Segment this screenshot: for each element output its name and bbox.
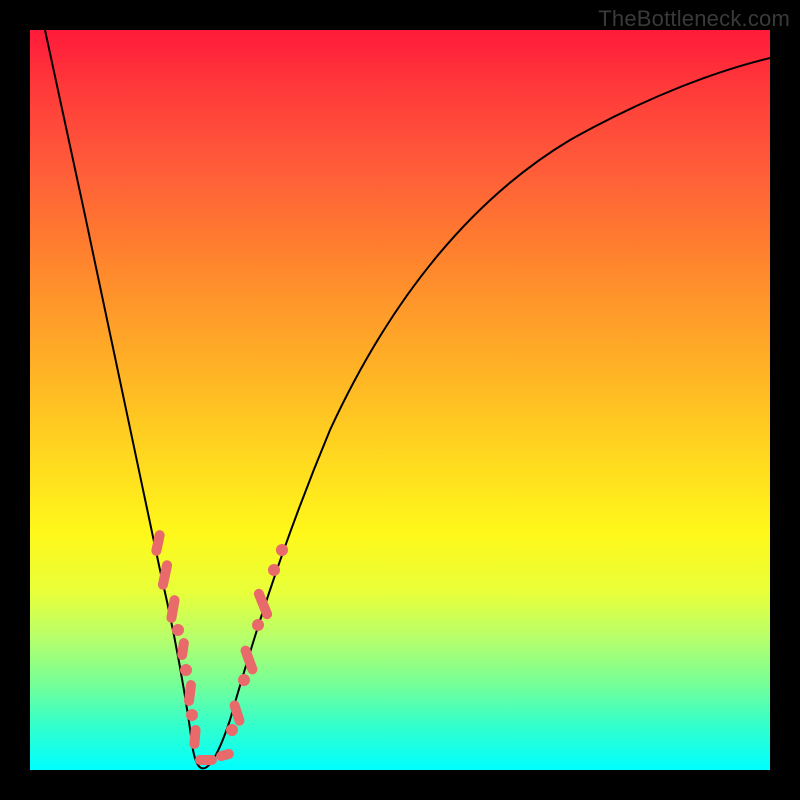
watermark-text: TheBottleneck.com [598,6,790,32]
bottleneck-curve [45,30,770,768]
bottleneck-curve-svg [30,30,770,770]
chart-plot-area [30,30,770,770]
curve-marker-group [150,529,288,765]
